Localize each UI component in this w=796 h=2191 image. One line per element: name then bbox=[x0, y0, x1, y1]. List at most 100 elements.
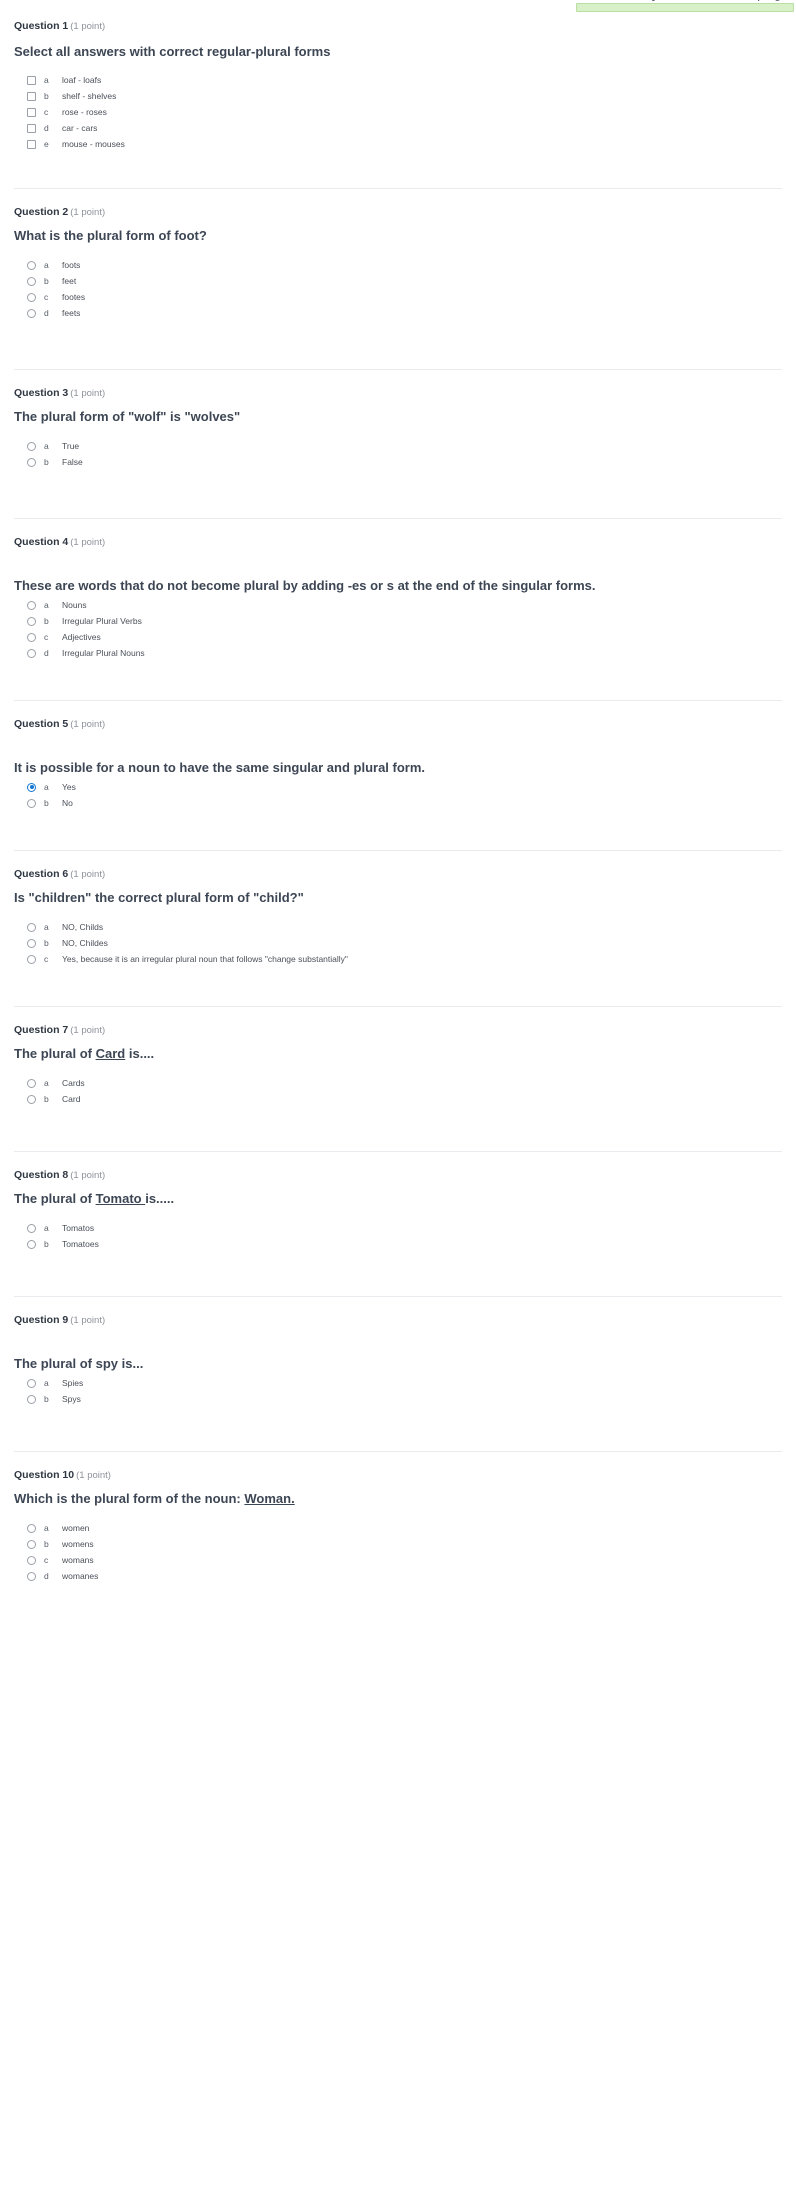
answer-option[interactable]: b shelf - shelves bbox=[14, 88, 782, 104]
answer-option-text[interactable]: Yes bbox=[62, 779, 76, 795]
radio-button-icon[interactable] bbox=[27, 648, 36, 658]
answer-option-text[interactable]: foots bbox=[62, 257, 80, 273]
answer-option[interactable]: a Spies bbox=[14, 1375, 782, 1391]
radio-button-icon[interactable] bbox=[27, 616, 36, 626]
answer-option-text[interactable]: Tomatoes bbox=[62, 1236, 99, 1252]
answer-option[interactable]: d Irregular Plural Nouns bbox=[14, 645, 782, 661]
answer-option-text[interactable]: NO, Childs bbox=[62, 919, 103, 935]
answer-option[interactable]: a Cards bbox=[14, 1075, 782, 1091]
radio-button-icon[interactable] bbox=[27, 922, 36, 932]
radio-button-icon[interactable] bbox=[27, 308, 36, 318]
radio-button-icon[interactable] bbox=[27, 1239, 36, 1249]
radio-button-icon[interactable] bbox=[27, 1094, 36, 1104]
radio-button-icon[interactable] bbox=[27, 1539, 36, 1549]
question-prompt-text: Which is the plural form of the noun: bbox=[14, 1491, 245, 1506]
radio-button-icon[interactable] bbox=[27, 954, 36, 964]
answer-option-text[interactable]: Adjectives bbox=[62, 629, 101, 645]
radio-button-icon[interactable] bbox=[27, 632, 36, 642]
question-number-label: Question 4 bbox=[14, 536, 69, 548]
answer-option[interactable]: b Tomatoes bbox=[14, 1236, 782, 1252]
answer-option[interactable]: b False bbox=[14, 454, 782, 470]
answer-option-text[interactable]: women bbox=[62, 1520, 89, 1536]
checkbox-icon[interactable] bbox=[27, 123, 36, 133]
answer-option-text[interactable]: True bbox=[62, 438, 79, 454]
answer-option[interactable]: d womanes bbox=[14, 1568, 782, 1584]
radio-button-icon[interactable] bbox=[27, 1078, 36, 1088]
answer-option-text[interactable]: Card bbox=[62, 1091, 80, 1107]
answer-option[interactable]: c Adjectives bbox=[14, 629, 782, 645]
answer-option-text[interactable]: shelf - shelves bbox=[62, 88, 116, 104]
answer-option[interactable]: a foots bbox=[14, 257, 782, 273]
answer-option-text[interactable]: No bbox=[62, 795, 73, 811]
answer-option-text[interactable]: womanes bbox=[62, 1568, 98, 1584]
answer-option[interactable]: c womans bbox=[14, 1552, 782, 1568]
answer-option[interactable]: c footes bbox=[14, 289, 782, 305]
answer-option-text[interactable]: feets bbox=[62, 305, 80, 321]
answer-option-text[interactable]: Spies bbox=[62, 1375, 83, 1391]
answer-option[interactable]: e mouse - mouses bbox=[14, 136, 782, 152]
radio-button-icon[interactable] bbox=[27, 1394, 36, 1404]
answer-option[interactable]: b womens bbox=[14, 1536, 782, 1552]
answer-option-text[interactable]: Spys bbox=[62, 1391, 81, 1407]
answer-option[interactable]: b NO, Childes bbox=[14, 935, 782, 951]
answer-option-text[interactable]: feet bbox=[62, 273, 76, 289]
checkbox-icon[interactable] bbox=[27, 139, 36, 149]
radio-button-icon[interactable] bbox=[27, 798, 36, 808]
answer-option[interactable]: b No bbox=[14, 795, 782, 811]
answer-option[interactable]: a Tomatos bbox=[14, 1220, 782, 1236]
answer-option[interactable]: c rose - roses bbox=[14, 104, 782, 120]
answer-option[interactable]: a True bbox=[14, 438, 782, 454]
answer-option[interactable]: a Nouns bbox=[14, 597, 782, 613]
radio-button-icon[interactable] bbox=[27, 441, 36, 451]
answer-option-text[interactable]: footes bbox=[62, 289, 85, 305]
checkbox-icon[interactable] bbox=[27, 75, 36, 85]
answer-option-text[interactable]: womens bbox=[62, 1536, 94, 1552]
radio-button-icon[interactable] bbox=[27, 1223, 36, 1233]
answer-option[interactable]: d feets bbox=[14, 305, 782, 321]
radio-button-icon[interactable] bbox=[27, 1555, 36, 1565]
answer-option-letter: c bbox=[44, 632, 49, 642]
answer-option-letter: b bbox=[44, 798, 49, 808]
answer-option-text[interactable]: Nouns bbox=[62, 597, 87, 613]
answer-option-text[interactable]: NO, Childes bbox=[62, 935, 108, 951]
answer-option[interactable]: b Card bbox=[14, 1091, 782, 1107]
answer-option[interactable]: a women bbox=[14, 1520, 782, 1536]
answer-option[interactable]: b Irregular Plural Verbs bbox=[14, 613, 782, 629]
answer-option[interactable]: a Yes bbox=[14, 779, 782, 795]
answer-option-text[interactable]: Cards bbox=[62, 1075, 85, 1091]
answer-option-text[interactable]: womans bbox=[62, 1552, 94, 1568]
radio-button-icon[interactable] bbox=[27, 600, 36, 610]
answer-option-text[interactable]: False bbox=[62, 454, 83, 470]
answer-option[interactable]: b feet bbox=[14, 273, 782, 289]
answer-option[interactable]: c Yes, because it is an irregular plural … bbox=[14, 951, 782, 967]
radio-button-icon[interactable] bbox=[27, 1523, 36, 1533]
radio-button-icon[interactable] bbox=[27, 260, 36, 270]
answer-option-text[interactable]: loaf - loafs bbox=[62, 72, 101, 88]
question-number-label: Question 3 bbox=[14, 387, 69, 399]
answer-option-letter: b bbox=[44, 616, 49, 626]
answer-option-text[interactable]: mouse - mouses bbox=[62, 136, 125, 152]
answer-option-letter: a bbox=[44, 1378, 49, 1388]
radio-button-icon[interactable] bbox=[27, 1571, 36, 1581]
answer-option-text[interactable]: Tomatos bbox=[62, 1220, 94, 1236]
answer-option-text[interactable]: Irregular Plural Verbs bbox=[62, 613, 142, 629]
answer-option-list: a Spies b Spys bbox=[14, 1375, 782, 1407]
radio-button-icon[interactable] bbox=[27, 292, 36, 302]
answer-option[interactable]: d car - cars bbox=[14, 120, 782, 136]
answer-option-text[interactable]: Yes, because it is an irregular plural n… bbox=[62, 951, 348, 967]
answer-option-text[interactable]: Irregular Plural Nouns bbox=[62, 645, 145, 661]
radio-button-icon[interactable] bbox=[27, 457, 36, 467]
question-prompt: The plural of spy is... bbox=[14, 1356, 144, 1371]
radio-button-icon[interactable] bbox=[27, 276, 36, 286]
checkbox-icon[interactable] bbox=[27, 91, 36, 101]
answer-option[interactable]: a loaf - loafs bbox=[14, 72, 782, 88]
answer-option[interactable]: a NO, Childs bbox=[14, 919, 782, 935]
answer-option[interactable]: b Spys bbox=[14, 1391, 782, 1407]
radio-button-icon[interactable] bbox=[27, 1378, 36, 1388]
radio-button-icon[interactable] bbox=[27, 938, 36, 948]
checkbox-icon[interactable] bbox=[27, 107, 36, 117]
answer-option-text[interactable]: rose - roses bbox=[62, 104, 107, 120]
radio-button-selected-icon[interactable] bbox=[27, 782, 36, 792]
answer-option-text[interactable]: car - cars bbox=[62, 120, 97, 136]
